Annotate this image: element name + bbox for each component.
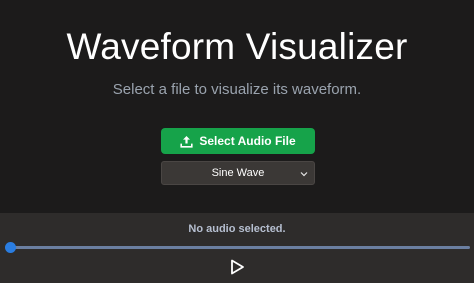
select-audio-file-button[interactable]: Select Audio File bbox=[161, 128, 315, 154]
play-icon[interactable] bbox=[228, 258, 246, 276]
waveform-type-select[interactable]: Sine Wave bbox=[161, 161, 315, 185]
seek-bar[interactable] bbox=[10, 246, 470, 249]
select-audio-file-label: Select Audio File bbox=[199, 134, 296, 148]
page-subtitle: Select a file to visualize its waveform. bbox=[112, 81, 362, 98]
waveform-type-value: Sine Wave bbox=[211, 167, 265, 179]
chevron-down-icon bbox=[300, 169, 308, 181]
audio-player: No audio selected. bbox=[0, 213, 474, 283]
player-status: No audio selected. bbox=[188, 223, 286, 235]
upload-icon bbox=[180, 135, 193, 148]
page-title: Waveform Visualizer bbox=[66, 26, 408, 67]
seek-thumb[interactable] bbox=[4, 242, 16, 253]
